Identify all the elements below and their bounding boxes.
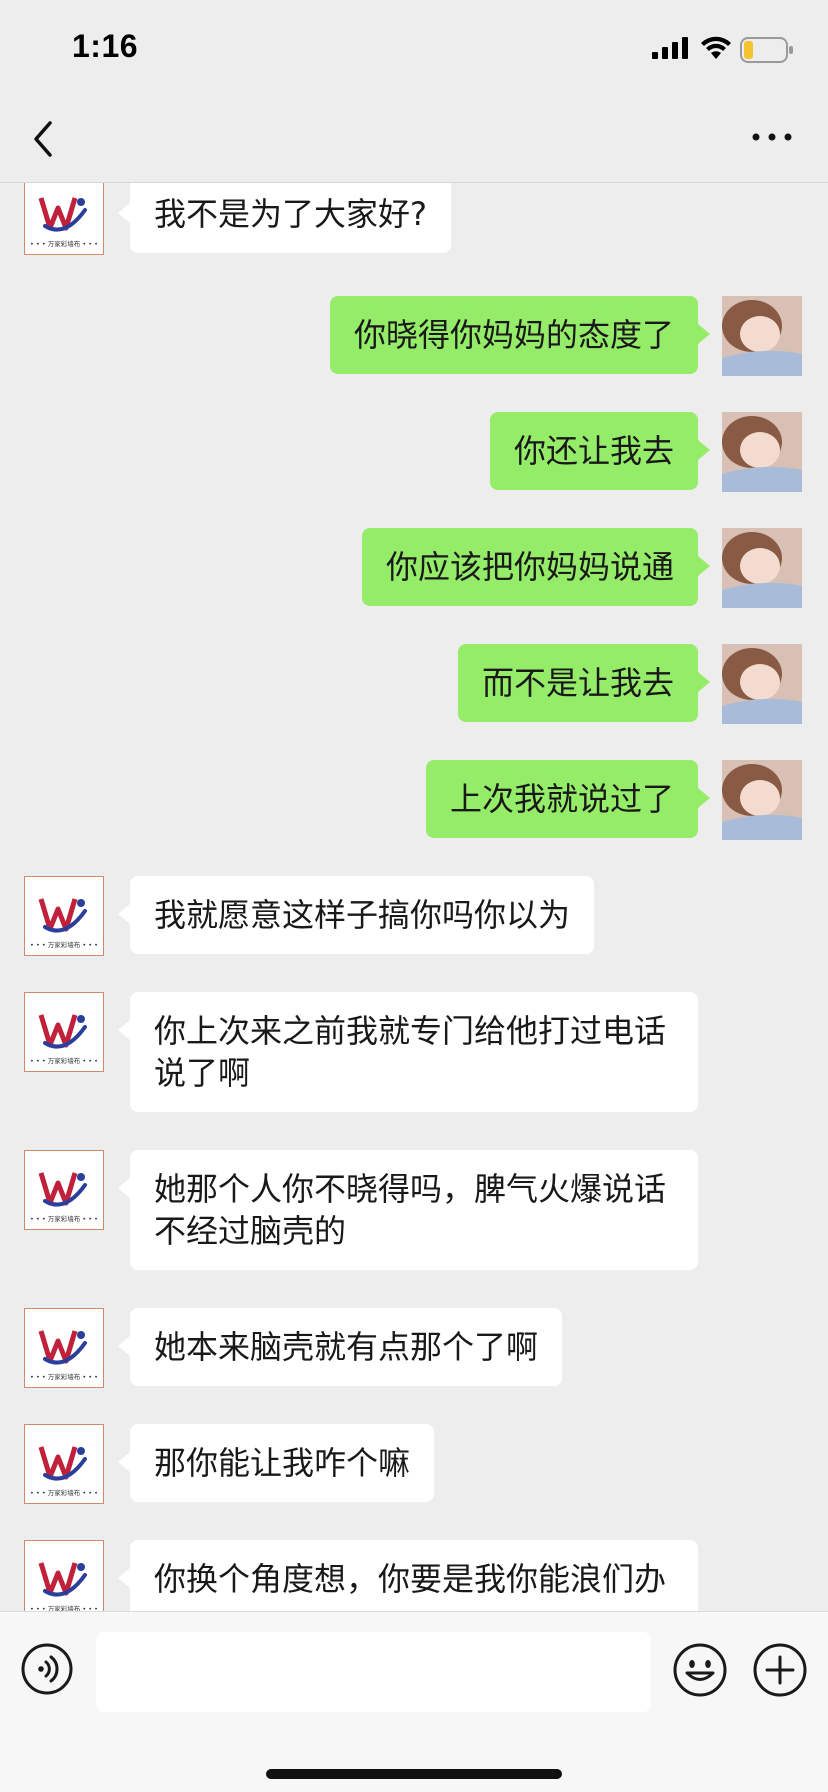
more-dots-icon[interactable]: [750, 125, 794, 149]
message-bubble[interactable]: 你换个角度想，你要是我你能浪们办: [118, 1540, 698, 1611]
brand-logo-icon: • • • 万家彩墙布 • • •: [30, 1330, 98, 1381]
message-bubble[interactable]: 她那个人你不晓得吗，脾气火爆说话不经过脑壳的: [118, 1150, 698, 1270]
contact-avatar[interactable]: • • • 万家彩墙布 • • •: [24, 183, 104, 255]
brand-logo-icon: • • • 万家彩墙布 • • •: [30, 1014, 98, 1065]
my-avatar[interactable]: [722, 644, 802, 724]
emoji-icon[interactable]: [672, 1642, 728, 1698]
contact-avatar[interactable]: • • • 万家彩墙布 • • •: [24, 992, 104, 1072]
my-avatar[interactable]: [722, 528, 802, 608]
my-avatar[interactable]: [722, 760, 802, 840]
message-bubble[interactable]: 上次我就说过了: [425, 760, 711, 838]
battery-icon: [740, 37, 793, 63]
logo-caption: • • • 万家彩墙布 • • •: [30, 940, 98, 949]
input-bar: [0, 1611, 828, 1792]
brand-logo-icon: • • • 万家彩墙布 • • •: [30, 197, 98, 248]
logo-caption: • • • 万家彩墙布 • • •: [30, 1372, 98, 1381]
contact-avatar[interactable]: • • • 万家彩墙布 • • •: [24, 1424, 104, 1504]
voice-icon[interactable]: [20, 1642, 74, 1696]
logo-caption: • • • 万家彩墙布 • • •: [30, 1214, 98, 1223]
status-bar: 1:16: [0, 0, 828, 95]
portrait-photo-icon: [722, 528, 802, 608]
contact-avatar[interactable]: • • • 万家彩墙布 • • •: [24, 1150, 104, 1230]
my-avatar[interactable]: [722, 296, 802, 376]
portrait-photo-icon: [722, 760, 802, 840]
logo-caption: • • • 万家彩墙布 • • •: [30, 239, 98, 248]
message-bubble[interactable]: 我就愿意这样子搞你吗你以为: [117, 876, 595, 954]
brand-logo-icon: • • • 万家彩墙布 • • •: [30, 898, 98, 949]
chat-header: [0, 95, 828, 183]
contact-avatar[interactable]: • • • 万家彩墙布 • • •: [24, 1308, 104, 1388]
portrait-photo-icon: [722, 644, 802, 724]
message-bubble[interactable]: 我不是为了大家好?: [118, 183, 451, 253]
portrait-photo-icon: [722, 296, 802, 376]
message-list[interactable]: • • • 万家彩墙布 • • • 我不是为了大家好? 你晓得你妈妈的态度了 你…: [0, 183, 828, 1611]
brand-logo-icon: • • • 万家彩墙布 • • •: [30, 1172, 98, 1223]
my-avatar[interactable]: [722, 412, 802, 492]
brand-logo-icon: • • • 万家彩墙布 • • •: [30, 1562, 98, 1611]
status-time: 1:16: [72, 28, 139, 64]
portrait-photo-icon: [722, 412, 802, 492]
contact-avatar[interactable]: • • • 万家彩墙布 • • •: [24, 1540, 104, 1611]
home-indicator[interactable]: [266, 1769, 562, 1779]
message-bubble[interactable]: 那你能让我咋个嘛: [117, 1424, 435, 1502]
plus-icon[interactable]: [752, 1642, 808, 1698]
message-bubble[interactable]: 她本来脑壳就有点那个了啊: [117, 1308, 563, 1386]
contact-avatar[interactable]: • • • 万家彩墙布 • • •: [24, 876, 104, 956]
message-input[interactable]: [96, 1632, 651, 1712]
logo-caption: • • • 万家彩墙布 • • •: [30, 1604, 98, 1611]
cellular-signal-icon: [652, 37, 688, 59]
logo-caption: • • • 万家彩墙布 • • •: [30, 1056, 98, 1065]
logo-caption: • • • 万家彩墙布 • • •: [30, 1488, 98, 1497]
chevron-left-icon[interactable]: [28, 117, 58, 161]
message-bubble[interactable]: 而不是让我去: [457, 644, 711, 722]
brand-logo-icon: • • • 万家彩墙布 • • •: [30, 1446, 98, 1497]
message-bubble[interactable]: 你还让我去: [489, 412, 711, 490]
message-bubble[interactable]: 你应该把你妈妈说通: [361, 528, 711, 606]
wifi-icon: [701, 36, 731, 59]
message-bubble[interactable]: 你晓得你妈妈的态度了: [329, 296, 711, 374]
message-bubble[interactable]: 你上次来之前我就专门给他打过电话说了啊: [118, 992, 698, 1112]
